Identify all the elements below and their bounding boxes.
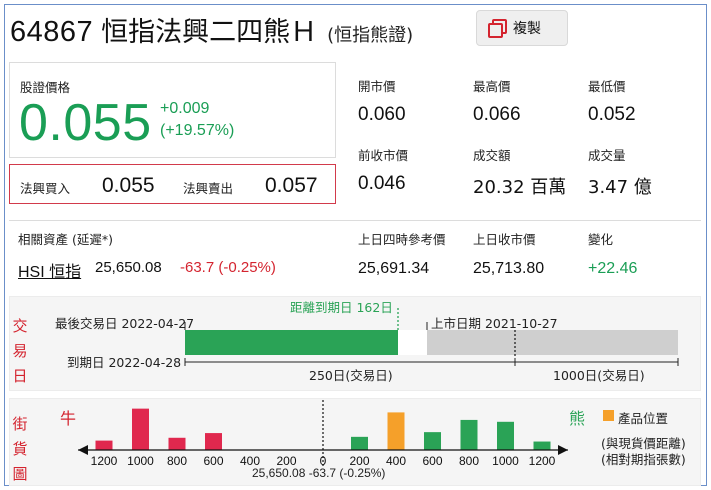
chart-bar [351, 436, 368, 450]
chart-tick-label: 800 [459, 454, 479, 468]
chart-tick-label: 200 [276, 454, 296, 468]
chart-bar [460, 419, 478, 450]
chart-bar [168, 437, 186, 450]
street-goods-chart: 1200 1000 800 600 400 200 0 200 400 600 800 1000 120… [78, 400, 568, 468]
chart-tick-label: 200 [349, 454, 369, 468]
chart-tick-label: 1200 [529, 454, 556, 468]
axis-right-arrow [558, 445, 568, 455]
chart-tick-label: 1000 [127, 454, 154, 468]
chart-bar [95, 440, 113, 450]
chart-bar [387, 412, 405, 450]
chart-tick-label: 400 [240, 454, 260, 468]
chart-tick-label: 400 [386, 454, 406, 468]
axis-left-arrow [78, 445, 88, 455]
chart-tick-label: 1200 [91, 454, 118, 468]
chart-tick-label: 0 [320, 454, 327, 468]
chart-bar [424, 432, 441, 450]
chart-tick-label: 600 [203, 454, 223, 468]
chart-bar [132, 408, 149, 450]
chart-bar [205, 433, 222, 450]
chart-tick-label: 1000 [492, 454, 519, 468]
chart-bar [497, 421, 514, 450]
chart-tick-label: 600 [422, 454, 442, 468]
chart-tick-label: 800 [167, 454, 187, 468]
chart-bar [533, 441, 551, 450]
